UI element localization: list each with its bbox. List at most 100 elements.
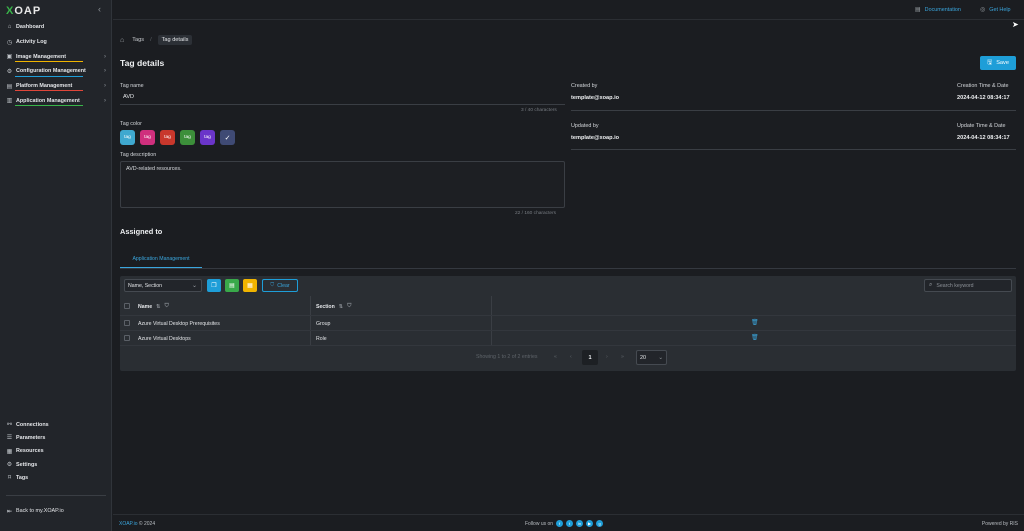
column-header-name[interactable]: Name ⇅ ⛉: [138, 303, 169, 310]
update-time-value: 2024-04-12 08:34:17: [957, 135, 1010, 141]
home-icon: ⌂: [7, 24, 12, 31]
accent-underline: [15, 61, 83, 63]
sidebar-item-parameters[interactable]: ☰ Parameters: [0, 431, 112, 444]
page-size-value: 20: [640, 354, 646, 361]
sidebar-item-application-management[interactable]: ▥ Application Management ›: [0, 93, 112, 108]
color-swatch-blue[interactable]: tag: [120, 130, 135, 145]
search-placeholder: Search keyword: [936, 282, 974, 289]
footer-brand-link[interactable]: XOAP.io: [119, 521, 138, 527]
sidebar-item-label: Application Management: [16, 97, 80, 104]
save-button[interactable]: 🖫 Save: [980, 56, 1016, 70]
column-header-label: Name: [138, 303, 153, 310]
page-number-current[interactable]: 1: [582, 350, 598, 365]
export-excel-button[interactable]: ▦: [243, 279, 257, 292]
row-checkbox[interactable]: [124, 335, 130, 341]
pagination-summary: Showing 1 to 2 of 2 entries: [476, 354, 538, 360]
first-page-icon[interactable]: «: [554, 354, 557, 360]
chevron-right-icon: ›: [104, 68, 106, 75]
row-divider: [120, 345, 1016, 346]
column-divider: [491, 296, 492, 346]
tag-color-label: Tag color: [120, 121, 142, 127]
sidebar-item-label: Configuration Management: [16, 68, 86, 75]
tag-description-label: Tag description: [120, 152, 157, 158]
next-page-icon[interactable]: ›: [606, 354, 608, 360]
column-header-section[interactable]: Section ⇅ ⛉: [316, 303, 351, 310]
tag-name-label: Tag name: [120, 83, 144, 89]
color-swatch-red[interactable]: tag: [160, 130, 175, 145]
spreadsheet-icon: ▦: [247, 283, 253, 289]
column-header-label: Section: [316, 303, 335, 310]
breadcrumb-separator: /: [150, 37, 152, 43]
sidebar-item-label: Image Management: [16, 53, 67, 60]
sidebar-item-platform-management[interactable]: ▤ Platform Management ›: [0, 79, 112, 94]
breadcrumb-current: Tag details: [157, 35, 193, 45]
last-page-icon[interactable]: »: [621, 354, 624, 360]
sidebar-item-activity-log[interactable]: ◷ Activity Log: [0, 35, 112, 50]
logo-text: OAP: [14, 5, 42, 17]
row-divider: [120, 315, 1016, 316]
github-icon[interactable]: g: [596, 520, 604, 527]
tag-name-input[interactable]: AVD: [120, 91, 565, 105]
prev-page-icon[interactable]: ‹: [570, 354, 572, 360]
creation-time-value: 2024-04-12 08:34:17: [957, 95, 1010, 101]
color-swatch-selected-check[interactable]: ✓: [220, 130, 235, 145]
column-divider: [310, 296, 311, 346]
back-link-label: Back to my.XOAP.io: [16, 508, 64, 515]
search-icon: ⌕: [929, 282, 933, 288]
filter-icon[interactable]: ⛉: [165, 303, 169, 310]
sidebar-item-settings[interactable]: ⚙ Settings: [0, 458, 112, 471]
twitter-icon[interactable]: t: [566, 520, 574, 527]
tab-application-management[interactable]: Application Management: [120, 251, 202, 268]
clear-label: Clear: [277, 282, 290, 289]
sidebar-item-tags[interactable]: ⌑ Tags: [0, 471, 112, 484]
back-to-my-xoap-link[interactable]: ⇤ Back to my.XOAP.io: [0, 504, 112, 519]
youtube-icon[interactable]: ▶: [586, 520, 594, 527]
get-help-link[interactable]: ◎ Get Help: [980, 6, 1011, 14]
export-csv-button[interactable]: ▤: [225, 279, 239, 292]
trash-icon[interactable]: 🗑: [751, 319, 759, 326]
clear-filters-button[interactable]: ⛉ Clear: [262, 279, 298, 292]
help-icon: ◎: [980, 7, 986, 13]
created-by-value: template@xoap.io: [571, 95, 620, 101]
sidebar-divider: [6, 495, 106, 496]
footer: XOAP.io © 2024 Follow us on f t in ▶ g P…: [113, 514, 1024, 531]
sidebar-item-connections[interactable]: ⚯ Connections: [0, 418, 112, 431]
sidebar-item-label: Connections: [16, 421, 49, 428]
sidebar-item-image-management[interactable]: ▣ Image Management ›: [0, 49, 112, 64]
export-copy-button[interactable]: ❐: [207, 279, 221, 292]
documentation-link[interactable]: ▤ Documentation: [915, 6, 961, 14]
home-icon[interactable]: ⌂: [120, 37, 124, 44]
xoap-logo[interactable]: XOAP: [6, 5, 41, 17]
sidebar-item-resources[interactable]: ▦ Resources: [0, 445, 112, 458]
row-checkbox[interactable]: [124, 320, 130, 326]
sidebar-item-label: Parameters: [16, 434, 46, 441]
sort-icon[interactable]: ⇅: [339, 304, 344, 310]
trash-icon[interactable]: 🗑: [751, 334, 759, 341]
color-swatch-purple[interactable]: tag: [200, 130, 215, 145]
assigned-to-title: Assigned to: [120, 227, 163, 236]
get-help-label: Get Help: [989, 6, 1011, 13]
select-all-checkbox[interactable]: [124, 303, 130, 309]
gear-icon: ⚙: [6, 462, 13, 469]
chevron-right-icon: ›: [104, 53, 106, 60]
meta-divider: [571, 110, 1016, 111]
sort-icon[interactable]: ⇅: [156, 304, 161, 310]
filter-icon[interactable]: ⛉: [347, 303, 351, 310]
sidebar-item-dashboard[interactable]: ⌂ Dashboard: [0, 20, 112, 35]
facebook-icon[interactable]: f: [556, 520, 564, 527]
tag-description-textarea[interactable]: AVD-related resources.: [120, 161, 565, 208]
page-size-select[interactable]: 20 ⌄: [636, 350, 667, 365]
color-swatch-green[interactable]: tag: [180, 130, 195, 145]
update-time-label: Update Time & Date: [957, 123, 1006, 129]
exit-icon: ⇤: [6, 508, 13, 515]
filter-columns-value: Name, Section: [128, 282, 163, 289]
updated-by-value: template@xoap.io: [571, 135, 620, 141]
sidebar-item-configuration-management[interactable]: ⚙ Configuration Management ›: [0, 64, 112, 79]
collapse-sidebar-icon[interactable]: ‹: [98, 4, 101, 14]
linkedin-icon[interactable]: in: [576, 520, 584, 527]
search-input[interactable]: ⌕ Search keyword: [924, 279, 1012, 292]
breadcrumb-tags[interactable]: Tags: [132, 37, 144, 43]
filter-columns-select[interactable]: Name, Section ⌄: [124, 279, 202, 292]
copy-icon: ❐: [211, 283, 217, 289]
color-swatch-pink[interactable]: tag: [140, 130, 155, 145]
